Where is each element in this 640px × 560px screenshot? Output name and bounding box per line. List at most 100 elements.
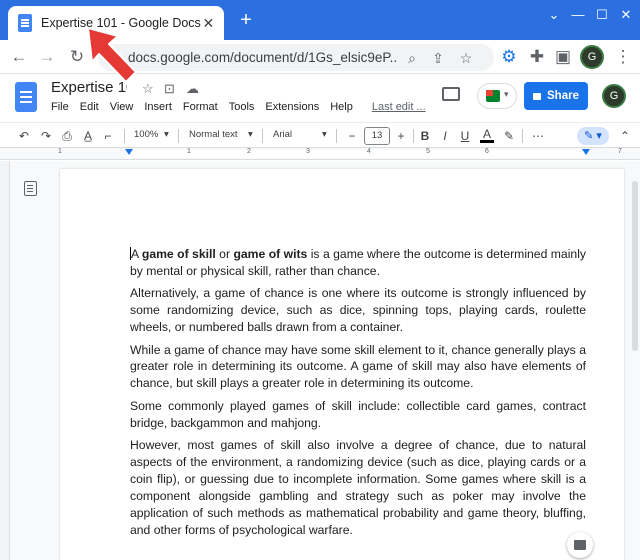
paragraph-3[interactable]: While a game of chance may have some ski… [130,342,586,393]
document-outline-icon[interactable] [24,181,37,196]
highlight-pen-icon[interactable]: ✎ [502,128,516,144]
document-page[interactable]: A game of skill or game of wits is a gam… [60,169,624,560]
move-folder-icon[interactable]: ⊡ [164,81,175,97]
paint-format-icon[interactable]: ⌐ [100,128,116,144]
ruler-number: 7 [618,148,622,155]
share-label: Share [547,90,579,102]
text-color-button[interactable]: A [480,128,494,143]
spellcheck-icon[interactable]: A̲ [80,128,96,144]
profile-avatar[interactable]: G [580,45,604,69]
more-menu-icon[interactable]: ⋮ [612,46,634,68]
document-body[interactable]: A game of skill or game of wits is a gam… [130,246,586,544]
menu-extensions[interactable]: Extensions [265,101,319,113]
right-indent-marker[interactable] [582,149,590,155]
docs-logo-icon[interactable] [15,82,37,112]
address-bar[interactable]: docs.google.com/document/d/1Gs_elsic9eP.… [98,44,494,71]
text-run: or [215,247,234,261]
star-icon[interactable]: ☆ [142,81,154,97]
italic-button[interactable]: I [438,128,452,144]
back-button[interactable]: ← [8,46,30,68]
menu-bar: File Edit View Insert Format Tools Exten… [51,101,437,113]
menu-view[interactable]: View [110,101,134,113]
browser-nav-bar: ← → ↻ docs.google.com/document/d/1Gs_els… [0,40,640,74]
toolbar-divider [178,129,179,143]
lock-icon[interactable] [108,53,118,62]
underline-button[interactable]: U [458,128,472,144]
maximize-button[interactable]: ☐ [590,6,614,24]
bold-button[interactable]: B [418,128,432,144]
undo-icon[interactable]: ↶ [16,128,32,144]
bold-term: game of wits [233,247,308,261]
text-run: A [131,247,142,261]
chevron-up-icon[interactable]: ⌃ [618,128,632,144]
left-indent-marker[interactable] [125,149,133,155]
chevron-down-icon[interactable]: ⌄ [542,6,566,24]
document-canvas: A game of skill or game of wits is a gam… [0,161,640,560]
menu-edit[interactable]: Edit [80,101,99,113]
explore-icon [574,540,586,550]
menu-insert[interactable]: Insert [144,101,172,113]
menu-tools[interactable]: Tools [229,101,255,113]
style-select[interactable]: Normal text [189,129,238,140]
chevron-down-icon[interactable]: ▾ [248,129,253,140]
menu-file[interactable]: File [51,101,69,113]
url-text[interactable]: docs.google.com/document/d/1Gs_elsic9eP.… [128,50,398,65]
meet-icon [486,90,500,102]
search-icon[interactable]: ⌕ [402,48,422,68]
more-tools-button[interactable]: ⋯ [530,128,546,144]
toolbar-divider [124,129,125,143]
sidepanel-icon[interactable]: ▣ [552,46,574,68]
scrollbar-thumb[interactable] [632,181,638,351]
explore-button[interactable] [567,532,593,558]
toolbar-divider [262,129,263,143]
minimize-button[interactable]: — [566,6,590,24]
font-select[interactable]: Arial [273,129,292,140]
puzzle-icon[interactable]: ✚ [526,46,548,68]
docs-favicon-icon [18,14,32,32]
vertical-scrollbar[interactable] [630,161,640,560]
menu-help[interactable]: Help [330,101,353,113]
bookmark-star-icon[interactable]: ☆ [456,48,476,68]
new-tab-button[interactable]: + [236,10,256,30]
redo-icon[interactable]: ↷ [38,128,54,144]
forward-button[interactable]: → [36,46,58,68]
paragraph-5[interactable]: However, most games of skill also involv… [130,437,586,538]
reload-button[interactable]: ↻ [66,46,88,68]
editing-mode-button[interactable]: ✎ ▾ [577,127,609,145]
close-window-button[interactable]: ✕ [614,6,638,24]
formatting-toolbar: ↶ ↷ ⎙ A̲ ⌐ 100% ▾ Normal text ▾ Arial ▾ … [0,122,640,148]
close-tab-icon[interactable]: ✕ [201,14,216,32]
tab-title: Expertise 101 - Google Docs [41,16,201,30]
paragraph-1[interactable]: A game of skill or game of wits is a gam… [130,246,586,280]
last-edit-link[interactable]: Last edit ... [372,101,426,113]
docs-header: Expertise 101 ☆ ⊡ ☁ File Edit View Inser… [0,74,640,122]
zoom-select[interactable]: 100% [134,129,158,140]
print-icon[interactable]: ⎙ [59,128,75,144]
comment-history-icon[interactable] [442,87,460,101]
lock-icon [533,92,542,100]
extension-icon[interactable]: ⚙ [498,46,520,68]
ruler-active-area [127,150,586,158]
ruler-number: 2 [247,148,251,155]
share-page-icon[interactable]: ⇪ [428,48,448,68]
vertical-ruler[interactable] [0,161,10,560]
browser-tab[interactable]: Expertise 101 - Google Docs ✕ [8,6,224,40]
increase-font-size-button[interactable]: + [394,128,408,144]
share-button[interactable]: Share [524,82,588,110]
decrease-font-size-button[interactable]: − [345,128,359,144]
font-size-input[interactable]: 13 [364,127,390,145]
paragraph-2[interactable]: Alternatively, a game of chance is one w… [130,285,586,336]
menu-format[interactable]: Format [183,101,218,113]
toolbar-divider [413,129,414,143]
paragraph-4[interactable]: Some commonly played games of skill incl… [130,398,586,432]
cloud-status-icon[interactable]: ☁ [186,81,199,97]
ruler-number: 1 [187,148,191,155]
browser-tab-strip: Expertise 101 - Google Docs ✕ + ⌄ — ☐ ✕ [0,0,640,40]
ruler-number: 1 [58,148,62,155]
chevron-down-icon[interactable]: ▾ [164,129,169,140]
meet-button[interactable]: ▾ [477,83,517,109]
horizontal-ruler[interactable]: 1 1 2 3 4 5 6 7 [0,148,640,160]
chevron-down-icon[interactable]: ▾ [322,129,327,140]
account-avatar[interactable]: G [602,84,626,108]
document-title[interactable]: Expertise 101 [51,79,127,96]
